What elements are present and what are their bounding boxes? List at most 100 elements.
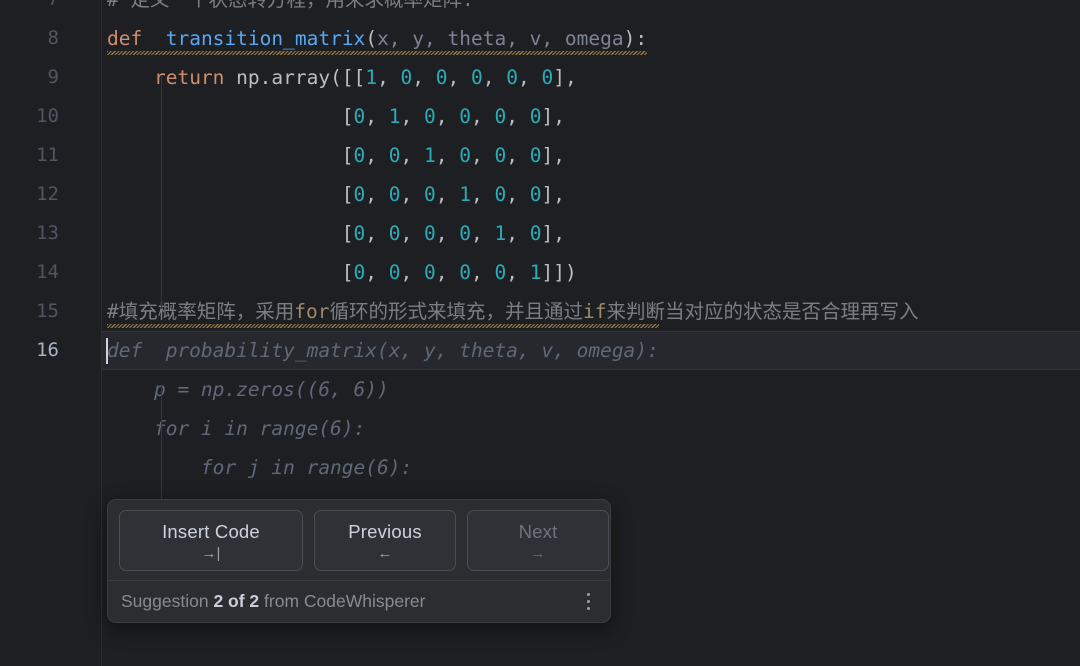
line-number: 7: [0, 0, 59, 19]
code-token: 0: [471, 66, 483, 89]
code-token: 1: [424, 144, 436, 167]
code-token: ,: [365, 105, 389, 128]
code-token: 0: [400, 66, 413, 89]
code-token: 0: [353, 105, 366, 128]
code-token: transition_matrix: [165, 27, 366, 50]
code-token: for j in range(6):: [107, 456, 413, 479]
code-token: 1: [365, 66, 378, 89]
code-token: ,: [400, 261, 425, 284]
code-token: ,: [365, 261, 389, 284]
code-token: (: [365, 27, 378, 50]
code-token: ,: [471, 105, 495, 128]
status-prefix: Suggestion: [121, 591, 214, 611]
code-token: np.array([[: [224, 66, 366, 89]
code-token: 0: [494, 144, 507, 167]
text-caret: [106, 338, 108, 364]
code-token: 0: [388, 261, 401, 284]
code-token: 0: [459, 144, 471, 167]
codewhisperer-suggestion-popup[interactable]: Insert Code →| Previous ← Next → Suggestion 2…: [107, 499, 611, 623]
previous-suggestion-button[interactable]: Previous ←: [314, 510, 456, 571]
code-token: 循环的形式来填充，并且通过: [329, 300, 583, 323]
kebab-dot: [586, 607, 590, 610]
button-label: Previous: [348, 521, 422, 542]
line-number: 12: [36, 183, 59, 205]
code-token: ],: [541, 222, 565, 245]
line-number: 16: [36, 339, 59, 361]
status-suffix: from CodeWhisperer: [259, 591, 426, 611]
code-token: ,: [471, 261, 495, 284]
code-token: 0: [459, 105, 471, 128]
code-token: ,: [365, 183, 389, 206]
code-token: ,: [435, 183, 460, 206]
code-token: 0: [459, 261, 471, 284]
code-token: ,: [518, 66, 542, 89]
code-token: ,: [435, 261, 460, 284]
code-token: [: [107, 144, 354, 167]
code-token: [: [107, 222, 354, 245]
popup-status-bar: Suggestion 2 of 2 from CodeWhisperer: [108, 580, 610, 622]
code-token: [: [107, 261, 354, 284]
arrow-left-icon: ←: [377, 545, 393, 562]
code-token: p = np.zeros((6, 6)): [107, 378, 389, 401]
popup-action-row: Insert Code →| Previous ← Next →: [108, 500, 610, 580]
code-token: ):: [623, 27, 648, 50]
line-number: 11: [36, 144, 59, 166]
code-token: 0: [353, 261, 366, 284]
code-token: ,: [365, 144, 389, 167]
code-editor[interactable]: 78910111213141516 # 定义一个状态转方程，用来求概率矩阵.de…: [0, 0, 1080, 666]
code-token: ,: [400, 222, 425, 245]
insert-code-button[interactable]: Insert Code →|: [119, 510, 303, 571]
indent-guide: [161, 75, 162, 309]
kebab-dot: [586, 593, 590, 596]
code-token: ],: [541, 105, 565, 128]
code-token: 0: [388, 183, 401, 206]
code-token: def: [107, 27, 143, 50]
line-number: 10: [36, 105, 59, 127]
ghost-code-line: for i in range(6):: [103, 409, 1080, 448]
code-token: ,: [447, 66, 472, 89]
code-token: ,: [377, 66, 401, 89]
code-line: [0, 0, 0, 0, 0, 1]]): [103, 253, 1080, 292]
code-token: 0: [353, 222, 366, 245]
code-token: [: [107, 183, 354, 206]
line-number-gutter[interactable]: 7 8 9 10 11 12 13 14 15 16: [0, 0, 102, 666]
code-token: ],: [553, 66, 577, 89]
code-token: ],: [541, 144, 565, 167]
code-token: ,: [506, 144, 530, 167]
code-token: ,: [471, 222, 495, 245]
code-token: 1: [494, 222, 507, 245]
code-token: 0: [529, 222, 542, 245]
line-number: 13: [36, 222, 59, 244]
code-token: 0: [506, 66, 518, 89]
line-number: 9: [47, 66, 59, 88]
code-token: ,: [506, 222, 530, 245]
code-token: ],: [541, 183, 565, 206]
button-label: Next: [518, 521, 558, 542]
code-token: 0: [424, 222, 436, 245]
code-token: 1: [529, 261, 542, 284]
code-token: ,: [506, 183, 530, 206]
code-token: ,: [471, 183, 495, 206]
code-token: ,: [435, 105, 460, 128]
code-token: ,: [400, 183, 425, 206]
code-line: return np.array([[1, 0, 0, 0, 0, 0],: [103, 58, 1080, 97]
code-token: ,: [400, 144, 425, 167]
code-token: 0: [388, 222, 401, 245]
code-token: 0: [494, 105, 507, 128]
code-line: [0, 0, 1, 0, 0, 0],: [103, 136, 1080, 175]
ghost-code-line: def probability_matrix(x, y, theta, v, o…: [103, 331, 1080, 370]
code-token: 1: [388, 105, 401, 128]
warning-squiggle: [107, 324, 659, 328]
ghost-code-line: p = np.zeros((6, 6)): [103, 370, 1080, 409]
kebab-menu-icon[interactable]: [575, 587, 601, 617]
code-token: 0: [353, 144, 366, 167]
code-token: if: [583, 300, 607, 323]
code-token: 0: [424, 105, 436, 128]
code-line: # 定义一个状态转方程，用来求概率矩阵.: [103, 0, 1080, 19]
code-token: ,: [400, 105, 425, 128]
button-label: Insert Code: [162, 521, 260, 542]
code-token: #填充概率矩阵，采用: [107, 300, 295, 323]
code-token: 0: [529, 183, 542, 206]
code-token: ,: [506, 261, 530, 284]
